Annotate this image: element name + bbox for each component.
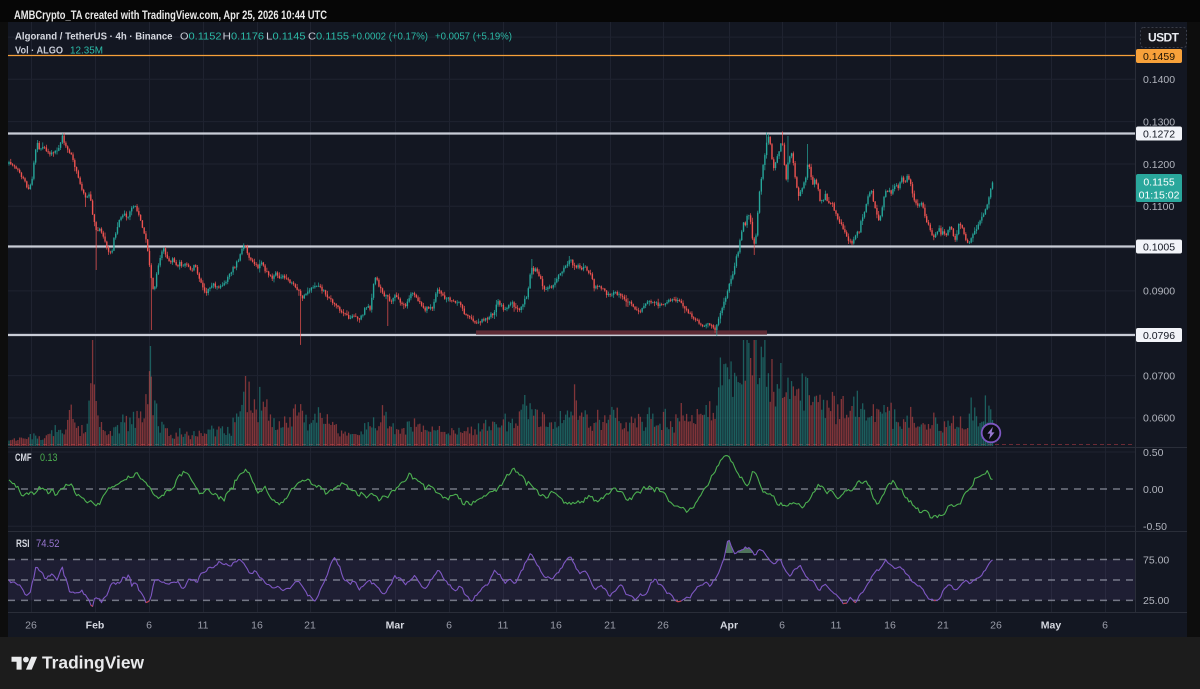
svg-text:0.0796: 0.0796 — [1143, 330, 1175, 342]
svg-text:11: 11 — [831, 620, 842, 632]
svg-text:11: 11 — [498, 620, 509, 632]
svg-text:0.1152: 0.1152 — [189, 31, 222, 43]
svg-text:0.50: 0.50 — [1143, 447, 1164, 459]
svg-text:0.1272: 0.1272 — [1143, 128, 1175, 140]
svg-text:25.00: 25.00 — [1143, 595, 1169, 607]
svg-text:74.52: 74.52 — [36, 538, 60, 550]
svg-text:0.1400: 0.1400 — [1143, 74, 1175, 86]
svg-text:Vol · ALGO: Vol · ALGO — [15, 45, 63, 57]
svg-text:75.00: 75.00 — [1143, 554, 1169, 566]
svg-text:21: 21 — [937, 620, 949, 632]
svg-text:16: 16 — [251, 620, 263, 632]
svg-text:0.0900: 0.0900 — [1143, 286, 1175, 298]
svg-text:USDT: USDT — [1148, 31, 1180, 45]
svg-text:0.1145: 0.1145 — [273, 31, 306, 43]
svg-text:Algorand / TetherUS · 4h · Bin: Algorand / TetherUS · 4h · Binance — [15, 31, 173, 43]
svg-text:AMBCrypto_TA created with Trad: AMBCrypto_TA created with TradingView.co… — [14, 10, 327, 22]
svg-text:11: 11 — [198, 620, 209, 632]
svg-text:Feb: Feb — [86, 620, 105, 632]
svg-text:6: 6 — [446, 620, 452, 632]
svg-text:RSI: RSI — [16, 538, 30, 550]
svg-text:+0.0002 (+0.17%): +0.0002 (+0.17%) — [351, 31, 428, 43]
svg-text:26: 26 — [25, 620, 37, 632]
svg-text:0.00: 0.00 — [1143, 484, 1164, 496]
svg-text:0.1100: 0.1100 — [1143, 201, 1174, 213]
svg-text:O: O — [180, 31, 189, 43]
svg-text:21: 21 — [304, 620, 316, 632]
svg-text:16: 16 — [550, 620, 562, 632]
svg-text:0.13: 0.13 — [40, 452, 58, 464]
svg-text:0.1176: 0.1176 — [231, 31, 264, 43]
svg-text:CMF: CMF — [15, 452, 32, 464]
svg-text:16: 16 — [884, 620, 896, 632]
svg-text:0.0600: 0.0600 — [1143, 413, 1175, 425]
svg-text:0.1459: 0.1459 — [1143, 51, 1175, 63]
svg-text:01:15:02: 01:15:02 — [1139, 190, 1180, 202]
svg-text:-0.50: -0.50 — [1143, 521, 1167, 533]
svg-text:H: H — [223, 31, 232, 43]
svg-text:0.1200: 0.1200 — [1143, 159, 1175, 171]
svg-text:TradingView: TradingView — [42, 653, 144, 673]
svg-text:0.1155: 0.1155 — [1143, 177, 1174, 189]
svg-text:6: 6 — [779, 620, 785, 632]
svg-text:Mar: Mar — [386, 620, 405, 632]
svg-text:0.1005: 0.1005 — [1143, 241, 1175, 253]
svg-text:26: 26 — [990, 620, 1002, 632]
svg-text:0.1155: 0.1155 — [316, 31, 349, 43]
svg-text:+0.0057 (+5.19%): +0.0057 (+5.19%) — [435, 31, 512, 43]
svg-text:6: 6 — [146, 620, 152, 632]
svg-text:May: May — [1041, 620, 1062, 632]
svg-text:Apr: Apr — [720, 620, 738, 632]
svg-text:0.0700: 0.0700 — [1143, 370, 1175, 382]
svg-text:26: 26 — [657, 620, 669, 632]
svg-text:6: 6 — [1102, 620, 1108, 632]
svg-text:12.35M: 12.35M — [70, 45, 103, 57]
svg-text:21: 21 — [604, 620, 616, 632]
